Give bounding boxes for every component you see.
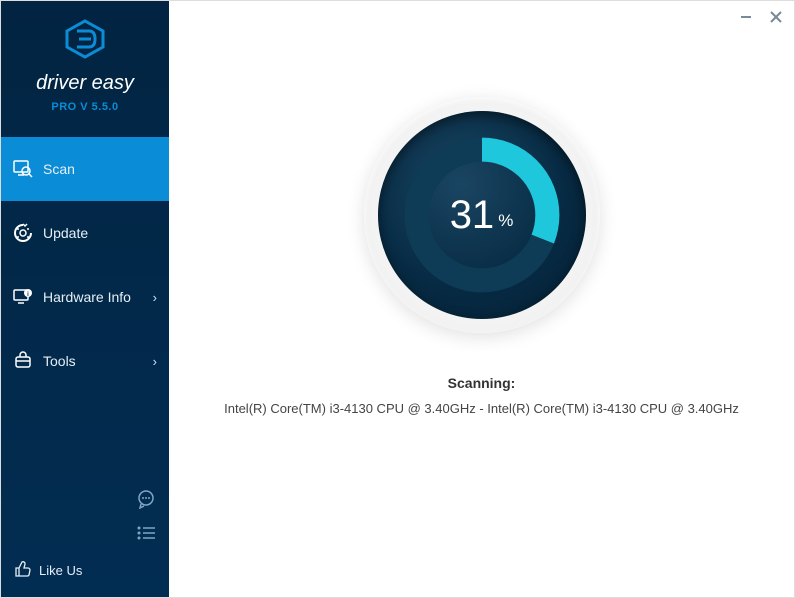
percent-symbol: % bbox=[498, 211, 513, 231]
window-controls bbox=[738, 9, 784, 25]
logo-section: driver easy PRO V 5.5.0 bbox=[1, 1, 169, 123]
scan-icon bbox=[13, 160, 33, 178]
feedback-icon[interactable] bbox=[135, 488, 157, 510]
chevron-right-icon: › bbox=[153, 354, 157, 369]
like-us-button[interactable]: Like Us bbox=[13, 560, 157, 581]
status-detail: Intel(R) Core(TM) i3-4130 CPU @ 3.40GHz … bbox=[224, 401, 739, 416]
progress-percent: 31 % bbox=[364, 97, 600, 333]
menu-icon[interactable] bbox=[135, 522, 157, 544]
minimize-button[interactable] bbox=[738, 9, 754, 25]
sidebar-item-hardware-info[interactable]: i Hardware Info › bbox=[1, 265, 169, 329]
sidebar-item-label: Update bbox=[43, 225, 88, 241]
like-us-label: Like Us bbox=[39, 563, 82, 578]
sidebar-item-scan[interactable]: Scan bbox=[1, 137, 169, 201]
percent-number: 31 bbox=[450, 193, 495, 238]
scan-progress-dial: 31 % bbox=[364, 97, 600, 333]
status-title: Scanning: bbox=[224, 375, 739, 391]
sidebar-item-tools[interactable]: Tools › bbox=[1, 329, 169, 393]
version-label: PRO V 5.5.0 bbox=[1, 101, 169, 113]
brand-name: driver easy bbox=[1, 72, 169, 95]
app-logo-icon bbox=[63, 19, 107, 64]
sidebar: driver easy PRO V 5.5.0 Scan bbox=[1, 1, 169, 597]
chevron-right-icon: › bbox=[153, 290, 157, 305]
close-button[interactable] bbox=[768, 9, 784, 25]
update-icon bbox=[13, 223, 33, 243]
sidebar-item-label: Scan bbox=[43, 161, 75, 177]
bottom-icon-group bbox=[13, 488, 157, 544]
sidebar-item-update[interactable]: Update bbox=[1, 201, 169, 265]
hardware-info-icon: i bbox=[13, 288, 33, 306]
scan-status: Scanning: Intel(R) Core(TM) i3-4130 CPU … bbox=[224, 375, 739, 416]
sidebar-item-label: Hardware Info bbox=[43, 289, 131, 305]
thumbs-up-icon bbox=[13, 560, 31, 581]
sidebar-item-label: Tools bbox=[43, 353, 76, 369]
tools-icon bbox=[13, 351, 33, 371]
main-content: 31 % Scanning: Intel(R) Core(TM) i3-4130… bbox=[169, 1, 794, 597]
sidebar-bottom: Like Us bbox=[1, 478, 169, 597]
sidebar-nav: Scan Update i H bbox=[1, 137, 169, 393]
